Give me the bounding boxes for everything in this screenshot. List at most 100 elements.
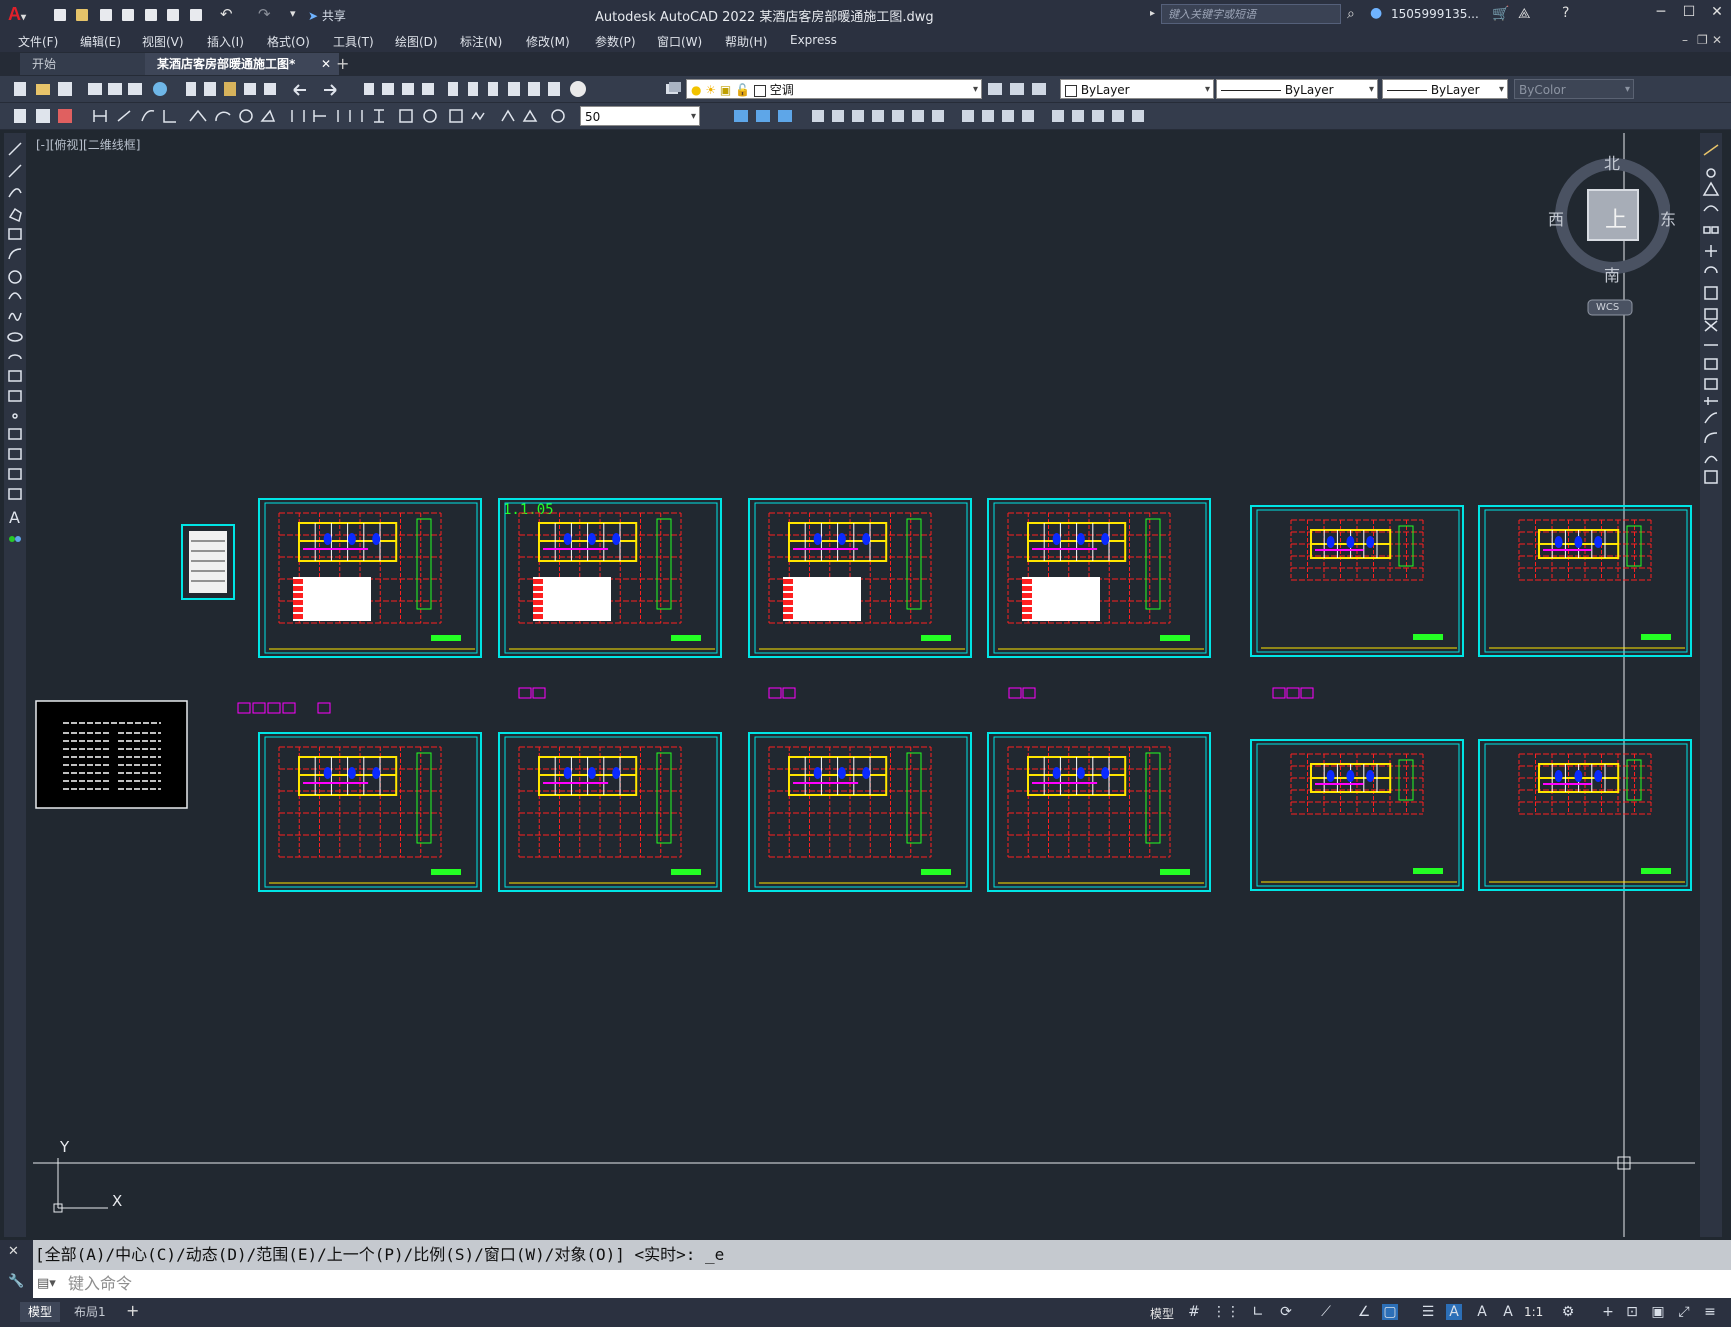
view-label-tag[interactable]: [532, 687, 546, 699]
autocad-logo-icon[interactable]: A▾: [8, 4, 26, 25]
schedule-sheet[interactable]: [181, 524, 235, 600]
linetype-dropdown[interactable]: ByLayer ▾: [1216, 79, 1378, 99]
minimize-button[interactable]: ─: [1650, 4, 1672, 24]
drawing-sheet[interactable]: [1478, 505, 1692, 657]
workspace-gear-icon[interactable]: ⚙: [1560, 1304, 1576, 1320]
close-tab-icon[interactable]: ✕: [321, 53, 331, 75]
view-label-tag[interactable]: [252, 702, 266, 714]
view-label-tag[interactable]: [267, 702, 281, 714]
drawing-sheet[interactable]: [1250, 505, 1464, 657]
help-icon[interactable]: ?: [1562, 5, 1569, 21]
menu-modify[interactable]: 修改(M): [526, 33, 570, 50]
user-name[interactable]: 1505999135...: [1391, 7, 1479, 21]
viewcube-north[interactable]: 北: [1604, 150, 1620, 174]
ortho-icon[interactable]: ∟: [1250, 1304, 1266, 1320]
tab-active-drawing[interactable]: 某酒店客房部暖通施工图* ✕: [145, 53, 339, 75]
view-label-tag[interactable]: [317, 702, 331, 714]
new-file-icon[interactable]: [52, 7, 70, 23]
clean-screen-icon[interactable]: ⤢: [1676, 1304, 1692, 1320]
menu-edit[interactable]: 编辑(E): [80, 33, 121, 50]
undo-icon[interactable]: ↶: [220, 5, 233, 23]
doc-restore-icon[interactable]: ❐: [1697, 33, 1708, 47]
menu-dimension[interactable]: 标注(N): [460, 33, 502, 50]
lineweight-dropdown[interactable]: ByLayer ▾: [1382, 79, 1508, 99]
expand-search-icon[interactable]: ▸: [1150, 8, 1155, 19]
doc-close-icon[interactable]: ✕: [1712, 33, 1722, 47]
dimension-tool-icons[interactable]: [8, 107, 578, 125]
isodraft-icon[interactable]: ⟋: [1318, 1304, 1334, 1320]
doc-minimize-icon[interactable]: –: [1682, 33, 1688, 47]
view-label-tag[interactable]: [518, 687, 532, 699]
view-label-tag[interactable]: [1300, 687, 1314, 699]
menu-express[interactable]: Express: [790, 33, 837, 47]
object-snap-tracking-icon[interactable]: ∠: [1356, 1304, 1372, 1320]
menu-help[interactable]: 帮助(H): [725, 33, 767, 50]
menu-format[interactable]: 格式(O): [267, 33, 310, 50]
annotation-scale-icon[interactable]: A: [1500, 1304, 1516, 1320]
autodesk-app-icon[interactable]: ⟁: [1518, 6, 1531, 22]
menu-view[interactable]: 视图(V): [142, 33, 184, 50]
customize-wrench-icon[interactable]: 🔧: [8, 1274, 24, 1289]
wcs-menu[interactable]: WCS: [1596, 302, 1619, 313]
drawing-sheet[interactable]: [1478, 739, 1692, 891]
model-space-drawing[interactable]: 1.1.05: [33, 133, 1695, 1237]
viewcube[interactable]: 北 南 东 西 上 WCS: [1548, 150, 1676, 320]
menu-tools[interactable]: 工具(T): [333, 33, 374, 50]
layer-properties-icon[interactable]: [664, 80, 682, 98]
layer-vp-freeze-icon[interactable]: ▣: [720, 83, 731, 97]
drawing-sheet[interactable]: [258, 732, 482, 892]
menu-draw[interactable]: 绘图(D): [395, 33, 438, 50]
modify-tool-icons[interactable]: [704, 107, 1224, 125]
menu-window[interactable]: 窗口(W): [657, 33, 702, 50]
draw-tool-icons[interactable]: A: [4, 133, 26, 583]
viewcube-top-face[interactable]: 上: [1605, 202, 1627, 234]
redo-icon[interactable]: ↷: [258, 5, 271, 23]
view-label-tag[interactable]: [1022, 687, 1036, 699]
lineweight-icon[interactable]: ☰: [1420, 1304, 1436, 1320]
plotstyle-dropdown[interactable]: ByColor ▾: [1514, 79, 1634, 99]
grid-icon[interactable]: #: [1186, 1304, 1202, 1320]
drawing-sheet[interactable]: [987, 732, 1211, 892]
standard-tool-icons[interactable]: [8, 80, 648, 98]
drawing-sheet[interactable]: [748, 498, 972, 658]
layer-thaw-icon[interactable]: ☀: [705, 83, 716, 97]
units-icon[interactable]: ⊡: [1624, 1304, 1640, 1320]
color-dropdown[interactable]: ByLayer ▾: [1060, 79, 1214, 99]
layer-dropdown[interactable]: ● ☀ ▣ 🔓 空调 ▾: [686, 79, 982, 99]
customize-qat-icon[interactable]: ▾: [290, 7, 296, 20]
viewport-controls[interactable]: [-][俯视][二维线框]: [36, 136, 140, 153]
save-icon[interactable]: [98, 7, 116, 23]
command-prompt-icon[interactable]: ▤▾: [37, 1270, 56, 1298]
layer-tools-icons[interactable]: [986, 80, 1056, 98]
annotation-monitor-icon[interactable]: +: [1600, 1304, 1616, 1320]
search-icon[interactable]: ⌕: [1347, 6, 1355, 22]
annotation-scale-value[interactable]: 1:1: [1524, 1305, 1543, 1319]
tab-start[interactable]: 开始: [20, 53, 154, 75]
close-command-line-icon[interactable]: ✕: [8, 1244, 19, 1259]
view-label-tag[interactable]: [768, 687, 782, 699]
view-label-tag[interactable]: [1286, 687, 1300, 699]
drawing-sheet[interactable]: [1250, 739, 1464, 891]
plot-icon[interactable]: [188, 7, 206, 23]
save-as-icon[interactable]: [120, 7, 138, 23]
view-label-tag[interactable]: [1008, 687, 1022, 699]
share-button[interactable]: ➤ 共享: [308, 7, 346, 24]
snap-icon[interactable]: ⋮⋮: [1212, 1304, 1240, 1320]
drawing-sheet[interactable]: [748, 732, 972, 892]
customization-menu-icon[interactable]: ≡: [1702, 1304, 1718, 1320]
viewcube-west[interactable]: 西: [1548, 206, 1564, 230]
command-input[interactable]: ▤▾ 键入命令: [33, 1270, 1731, 1298]
menu-parametric[interactable]: 参数(P): [595, 33, 636, 50]
close-button[interactable]: ✕: [1706, 4, 1728, 24]
polar-tracking-icon[interactable]: ⟳: [1278, 1304, 1294, 1320]
annotation-visibility-icon[interactable]: A: [1446, 1304, 1462, 1320]
new-tab-icon[interactable]: +: [336, 54, 349, 73]
floor-plan-sheets[interactable]: [237, 498, 1692, 892]
search-input[interactable]: 键入关键字或短语: [1161, 4, 1341, 24]
auto-scale-icon[interactable]: A: [1474, 1304, 1490, 1320]
menu-file[interactable]: 文件(F): [18, 33, 58, 50]
notes-sheet[interactable]: [35, 700, 188, 809]
viewcube-compass[interactable]: [1550, 150, 1671, 320]
user-icon[interactable]: ●: [1370, 5, 1382, 21]
open-file-icon[interactable]: [74, 7, 92, 23]
